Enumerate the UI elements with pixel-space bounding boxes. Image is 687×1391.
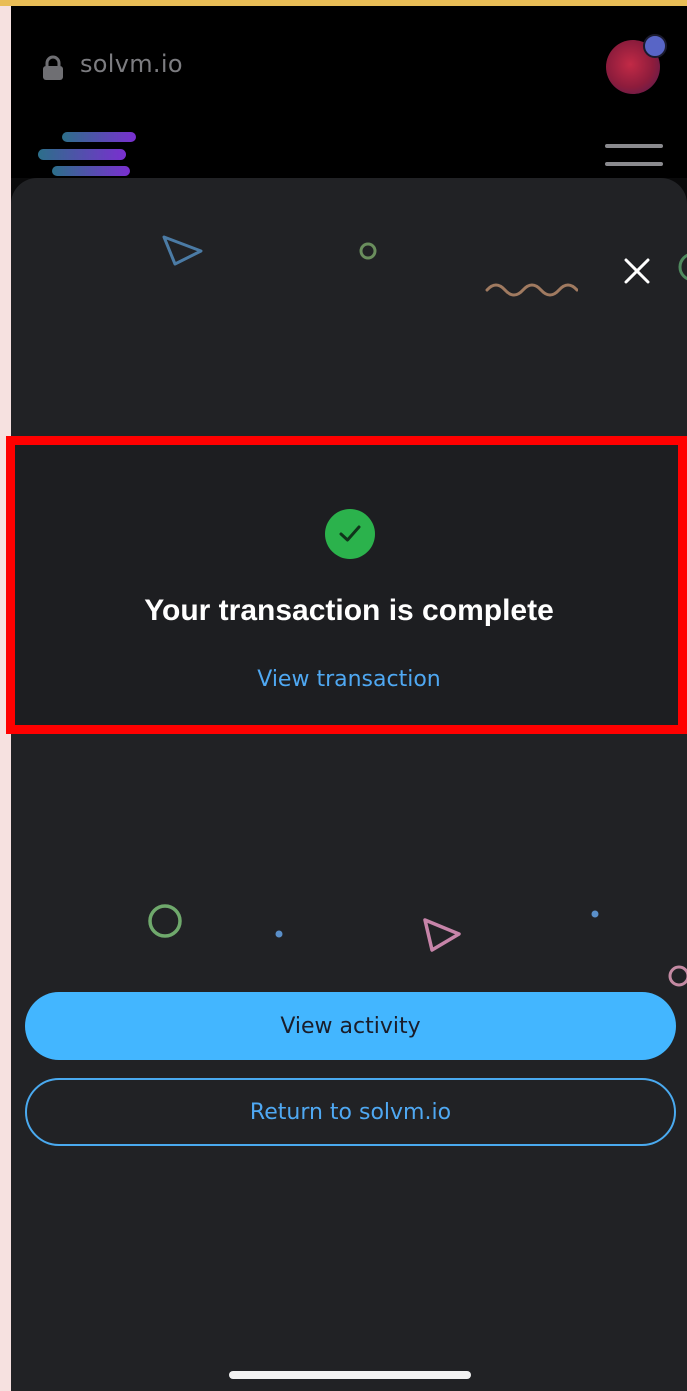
url-text[interactable]: solvm.io xyxy=(80,50,183,78)
view-transaction-link[interactable]: View transaction xyxy=(11,667,687,692)
confetti-ring-icon xyxy=(668,965,687,987)
confetti-dot-icon xyxy=(275,930,283,938)
status-title: Your transaction is complete xyxy=(144,594,554,627)
confetti-squiggle-icon xyxy=(485,283,578,297)
return-to-site-button[interactable]: Return to solvm.io xyxy=(25,1078,676,1146)
close-icon[interactable] xyxy=(620,254,654,288)
lock-icon xyxy=(43,55,63,80)
home-indicator[interactable] xyxy=(229,1371,471,1379)
hamburger-menu-icon[interactable] xyxy=(605,144,663,174)
network-badge-icon xyxy=(643,34,667,58)
confetti-circle-icon xyxy=(359,242,377,260)
confetti-circle-icon xyxy=(148,904,182,938)
confirmation-sheet xyxy=(11,178,687,1391)
confetti-triangle-icon xyxy=(423,918,461,952)
site-logo xyxy=(38,132,136,176)
view-activity-button[interactable]: View activity xyxy=(25,992,676,1060)
check-circle-icon xyxy=(325,509,375,559)
confetti-dot-icon xyxy=(591,910,599,918)
confetti-triangle-icon xyxy=(162,235,203,266)
confetti-ring-icon xyxy=(678,253,687,281)
